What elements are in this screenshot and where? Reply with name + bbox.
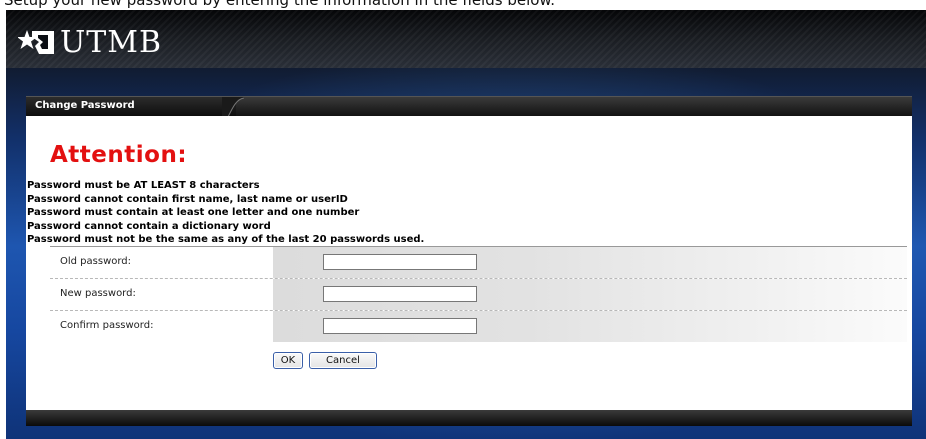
caption-text: Setup your new password by entering the …: [4, 0, 556, 9]
app-window: UTMB Change Password Attention: Password…: [6, 10, 926, 439]
confirm-password-input[interactable]: [323, 318, 477, 334]
rule-item: Password must contain at least one lette…: [27, 207, 360, 218]
utmb-logo: UTMB: [18, 22, 162, 62]
password-rules: Password must be AT LEAST 8 characters P…: [27, 179, 424, 247]
rule-item: Password cannot contain first name, last…: [27, 193, 348, 205]
rule-item: Password must not be the same as any of …: [27, 234, 425, 245]
new-password-label: New password:: [60, 288, 136, 299]
password-form: Old password: New password: Confirm pass…: [50, 246, 907, 342]
tab-bar: Change Password: [26, 96, 912, 117]
tab-change-password[interactable]: Change Password: [26, 97, 236, 117]
form-buttons: OK Cancel: [273, 352, 377, 369]
new-password-input[interactable]: [323, 286, 477, 302]
rule-item: Password cannot contain a dictionary wor…: [27, 220, 271, 232]
panel-footer-bar: [26, 410, 912, 426]
tab-edge: [222, 97, 244, 117]
star-flag-icon: [18, 30, 54, 54]
ok-button[interactable]: OK: [273, 352, 303, 369]
attention-heading: Attention:: [50, 142, 188, 168]
tab-label: Change Password: [35, 100, 135, 111]
old-password-input[interactable]: [323, 254, 477, 270]
rule-item: Password must be AT LEAST 8 characters: [27, 180, 260, 191]
old-password-row: Old password:: [50, 247, 907, 279]
change-password-panel: Change Password Attention: Password must…: [26, 96, 912, 428]
brand-name: UTMB: [60, 24, 163, 60]
confirm-password-row: Confirm password:: [50, 311, 907, 342]
panel-content: Attention: Password must be AT LEAST 8 c…: [26, 116, 912, 410]
new-password-row: New password:: [50, 279, 907, 311]
confirm-password-label: Confirm password:: [60, 320, 154, 331]
header-banner: UTMB: [6, 10, 926, 68]
cancel-button[interactable]: Cancel: [309, 352, 377, 369]
page-caption-cropped: Setup your new password by entering the …: [0, 0, 926, 10]
old-password-label: Old password:: [60, 256, 132, 267]
